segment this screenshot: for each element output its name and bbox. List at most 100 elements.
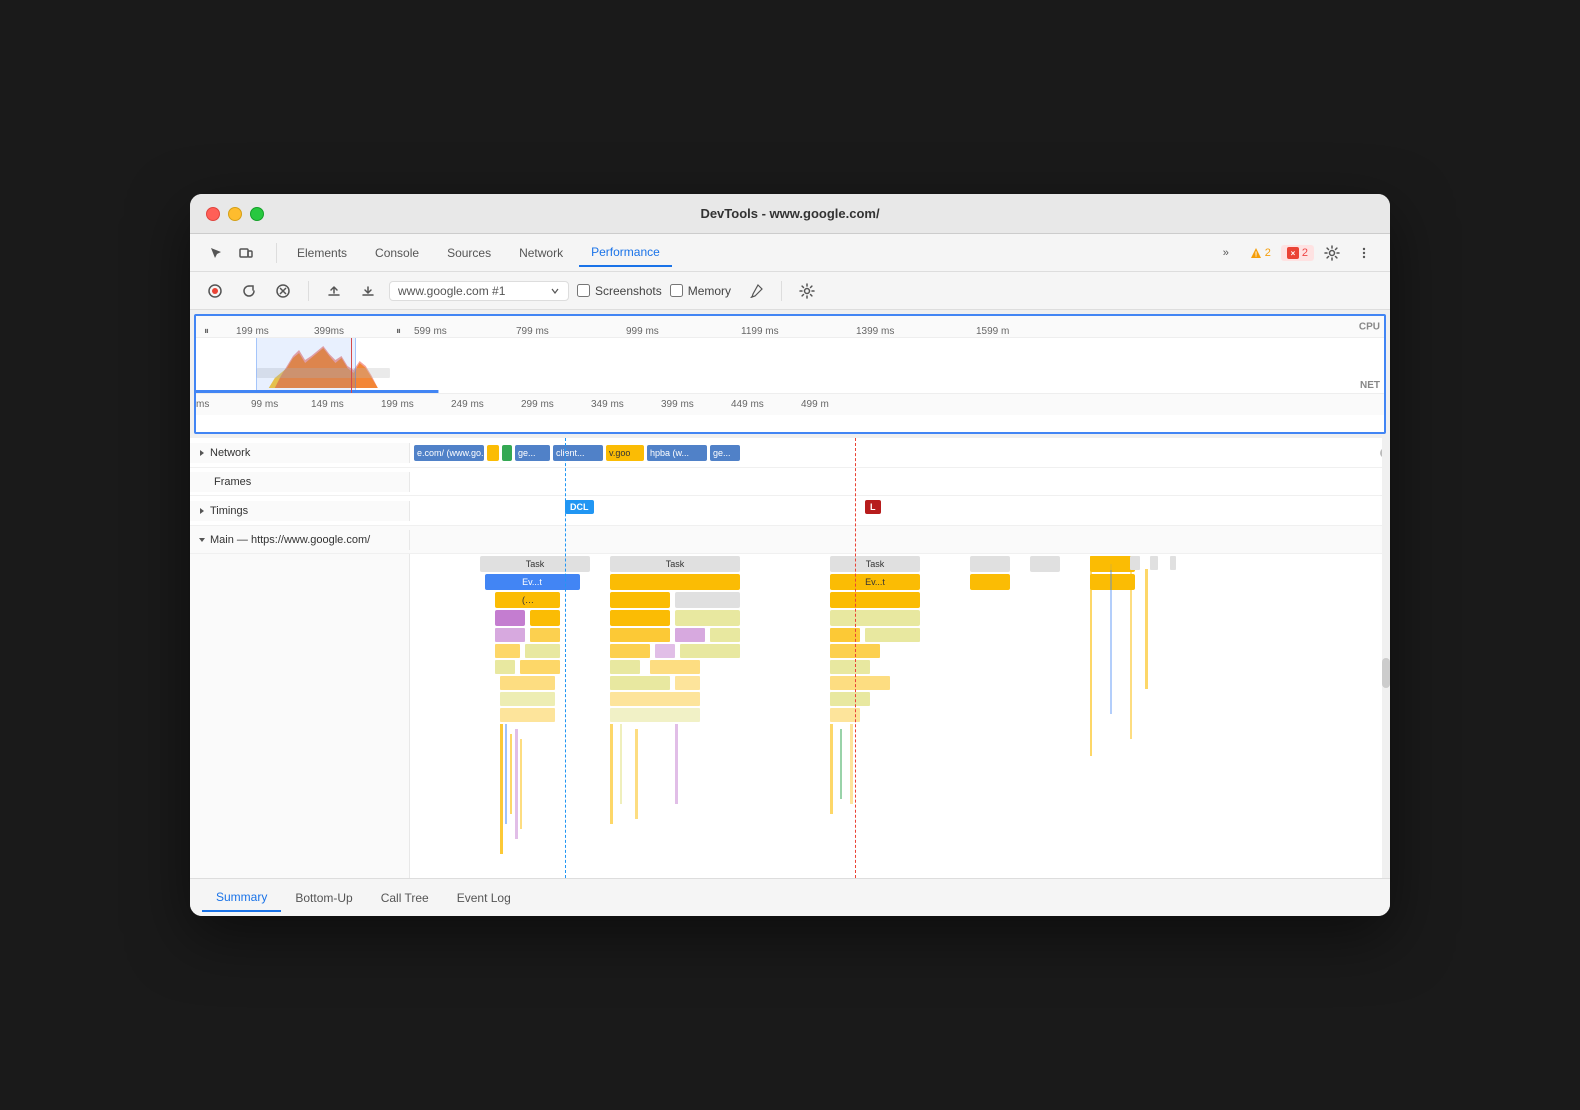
btm-time-149: 149 ms <box>311 399 344 410</box>
right-task-1[interactable] <box>1090 556 1120 570</box>
thin-line-12 <box>850 724 853 804</box>
r9-1[interactable] <box>500 692 555 706</box>
network-chip-ge2[interactable]: ge... <box>710 445 740 461</box>
r8-2[interactable] <box>610 676 670 690</box>
network-row-content: e.com/ (www.go... ge... client... v.goo … <box>410 438 1390 467</box>
r6-6[interactable] <box>830 644 880 658</box>
r7-5[interactable] <box>830 660 870 674</box>
memory-label: Memory <box>688 284 731 298</box>
more-tabs-icon[interactable]: » <box>1212 239 1240 267</box>
r6-2[interactable] <box>525 644 560 658</box>
sub-2[interactable] <box>610 592 670 608</box>
tab-bottom-up[interactable]: Bottom-Up <box>281 885 366 911</box>
r10-3[interactable] <box>830 708 860 722</box>
tab-console[interactable]: Console <box>363 240 431 266</box>
r8-4[interactable] <box>830 676 890 690</box>
row4-2[interactable] <box>530 610 560 626</box>
row4-4[interactable] <box>675 610 740 626</box>
thin-line-4 <box>515 729 518 839</box>
r7-4[interactable] <box>650 660 700 674</box>
task-5[interactable] <box>1030 556 1060 572</box>
thin-line-2 <box>505 724 507 824</box>
r7-3[interactable] <box>610 660 640 674</box>
tab-call-tree[interactable]: Call Tree <box>367 885 443 911</box>
network-chip-3[interactable] <box>502 445 512 461</box>
screenshots-checkbox-label[interactable]: Screenshots <box>577 284 662 298</box>
memory-checkbox[interactable] <box>670 284 683 297</box>
r5-3[interactable] <box>610 628 670 642</box>
network-chip-ge1[interactable]: ge... <box>515 445 550 461</box>
r6-3[interactable] <box>610 644 650 658</box>
network-chip-hpba[interactable]: hpba (w... <box>647 445 707 461</box>
capture-settings-icon[interactable] <box>794 278 820 304</box>
device-toolbar-icon[interactable] <box>232 239 260 267</box>
overview-area[interactable]: ⏸ 199 ms 399ms ⏸ 599 ms 799 ms 999 ms 11… <box>194 314 1386 434</box>
url-selector[interactable]: www.google.com #1 <box>389 281 569 301</box>
r5-6[interactable] <box>830 628 860 642</box>
right-task-4[interactable] <box>1170 556 1176 570</box>
btm-time-249: 249 ms <box>451 399 484 410</box>
r7-2[interactable] <box>520 660 560 674</box>
event-4[interactable] <box>970 574 1010 590</box>
r5-2[interactable] <box>530 628 560 642</box>
network-chip-client[interactable]: client... <box>553 445 603 461</box>
memory-checkbox-label[interactable]: Memory <box>670 284 731 298</box>
cursor-icon[interactable] <box>202 239 230 267</box>
sub-3[interactable] <box>675 592 740 608</box>
clear-icon[interactable] <box>270 278 296 304</box>
overview-top-timescale: ⏸ 199 ms 399ms ⏸ 599 ms 799 ms 999 ms 11… <box>196 316 1384 338</box>
vertical-scrollbar[interactable] <box>1382 438 1390 878</box>
brush-icon[interactable] <box>743 278 769 304</box>
scrollbar-thumb[interactable] <box>1382 658 1390 688</box>
tab-network[interactable]: Network <box>507 240 575 266</box>
tab-event-log[interactable]: Event Log <box>443 885 525 911</box>
task-4[interactable] <box>970 556 1010 572</box>
r7-1[interactable] <box>495 660 515 674</box>
row4-5[interactable] <box>830 610 920 626</box>
network-chip-vgoo[interactable]: v.goo <box>606 445 644 461</box>
r8-3[interactable] <box>675 676 700 690</box>
url-text: www.google.com #1 <box>398 284 505 298</box>
refresh-record-icon[interactable] <box>236 278 262 304</box>
more-menu-icon[interactable] <box>1350 239 1378 267</box>
network-chip-main[interactable]: e.com/ (www.go... <box>414 445 484 461</box>
r5-1[interactable] <box>495 628 525 642</box>
l-badge[interactable]: L <box>865 500 881 514</box>
time-label-799: 799 ms <box>516 326 549 337</box>
r5-5[interactable] <box>710 628 740 642</box>
r6-1[interactable] <box>495 644 520 658</box>
event-3-label: Ev...t <box>865 577 885 587</box>
row4-1[interactable] <box>495 610 525 626</box>
upload-icon[interactable] <box>321 278 347 304</box>
network-row-label: Network <box>190 443 410 463</box>
minimize-button[interactable] <box>228 207 242 221</box>
record-icon[interactable] <box>202 278 228 304</box>
event-2[interactable] <box>610 574 740 590</box>
r6-4[interactable] <box>655 644 675 658</box>
dcl-badge[interactable]: DCL <box>565 500 594 514</box>
event-5[interactable] <box>1090 574 1135 590</box>
network-chip-2[interactable] <box>487 445 499 461</box>
tab-elements[interactable]: Elements <box>285 240 359 266</box>
tab-summary[interactable]: Summary <box>202 884 281 912</box>
r5-7[interactable] <box>865 628 920 642</box>
tab-sources[interactable]: Sources <box>435 240 503 266</box>
r6-5[interactable] <box>680 644 740 658</box>
right-task-2[interactable] <box>1130 556 1140 570</box>
r9-3[interactable] <box>830 692 870 706</box>
download-icon[interactable] <box>355 278 381 304</box>
maximize-button[interactable] <box>250 207 264 221</box>
row4-3[interactable] <box>610 610 670 626</box>
sub-4[interactable] <box>830 592 920 608</box>
tab-performance[interactable]: Performance <box>579 239 672 267</box>
close-button[interactable] <box>206 207 220 221</box>
r10-2[interactable] <box>610 708 700 722</box>
screenshots-checkbox[interactable] <box>577 284 590 297</box>
devtools-window: DevTools - www.google.com/ Elements Cons… <box>190 194 1390 916</box>
r9-2[interactable] <box>610 692 700 706</box>
right-task-3[interactable] <box>1150 556 1158 570</box>
settings-icon[interactable] <box>1318 239 1346 267</box>
r8-1[interactable] <box>500 676 555 690</box>
r10-1[interactable] <box>500 708 555 722</box>
r5-4[interactable] <box>675 628 705 642</box>
